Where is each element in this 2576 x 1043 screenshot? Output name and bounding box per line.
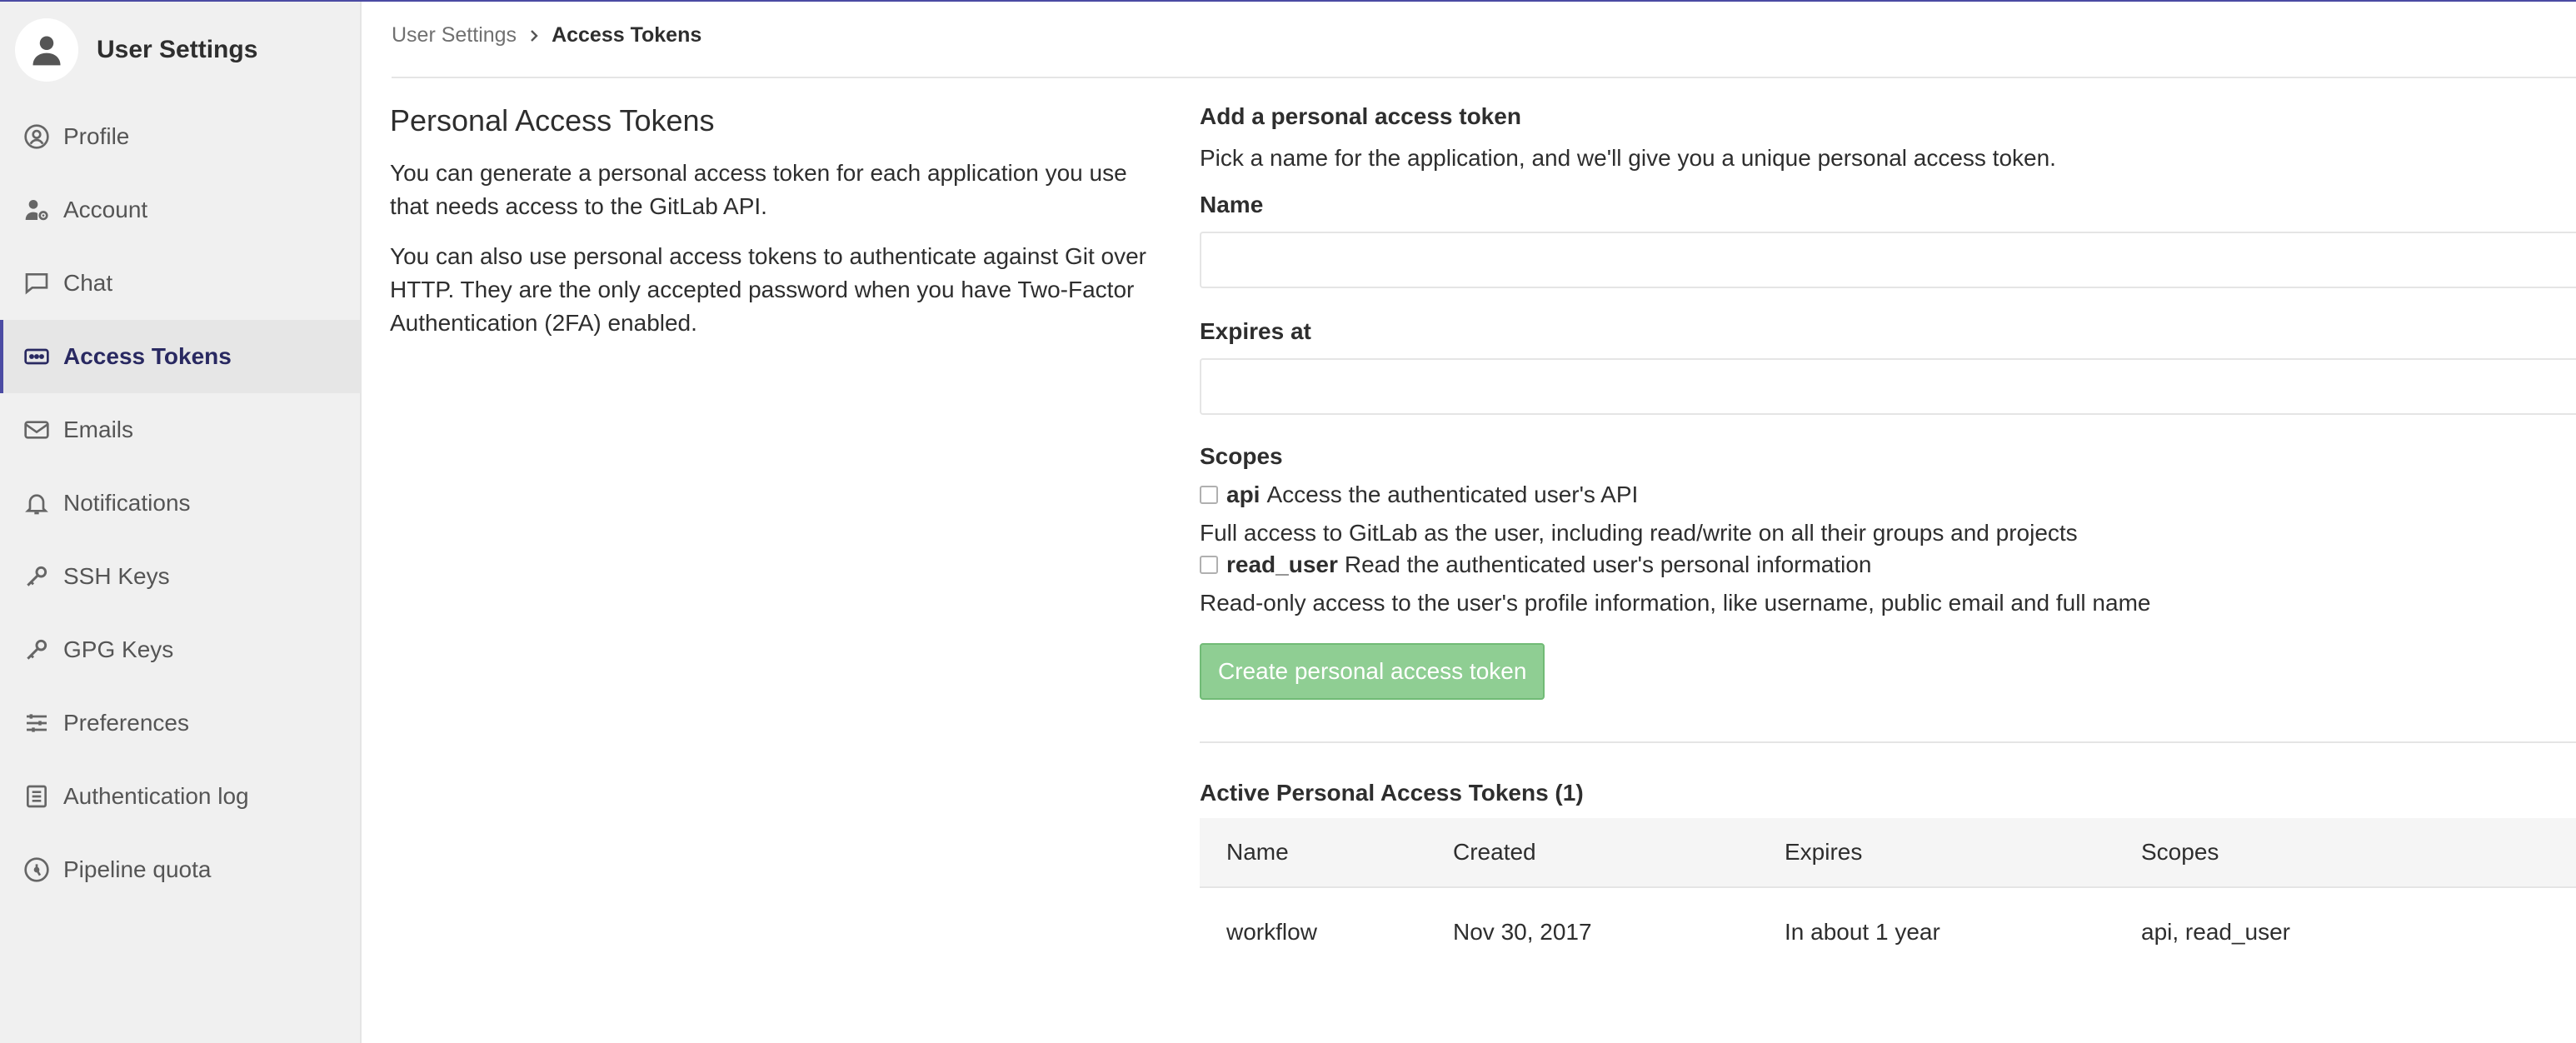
scopes-label: Scopes xyxy=(1200,443,1283,469)
sidebar-header: User Settings xyxy=(15,18,257,82)
bell-icon xyxy=(22,488,52,518)
avatar[interactable] xyxy=(15,18,78,82)
section-divider xyxy=(1200,741,2576,743)
sidebar-item-chat[interactable]: Chat xyxy=(0,247,360,320)
token-icon xyxy=(22,342,52,372)
sidebar-item-ssh-keys[interactable]: SSH Keys xyxy=(0,540,360,613)
tokens-table-header: Name Created Expires Scopes xyxy=(1200,818,2576,888)
create-token-button[interactable]: Create personal access token xyxy=(1200,643,1545,700)
form-subheading: Pick a name for the application, and we'… xyxy=(1200,145,2056,171)
sidebar-item-label: Pipeline quota xyxy=(63,856,212,882)
expires-at-input[interactable] xyxy=(1200,358,2576,415)
token-scopes-cell: api, read_user xyxy=(2141,919,2291,945)
intro-section: Personal Access Tokens You can generate … xyxy=(390,103,1156,357)
token-name-input[interactable] xyxy=(1200,232,2576,288)
scope-read-user-name[interactable]: read_user xyxy=(1226,551,1338,578)
top-accent-line xyxy=(0,0,2576,2)
sidebar-item-access-tokens[interactable]: Access Tokens xyxy=(0,320,360,393)
user-icon xyxy=(32,36,61,66)
intro-paragraph-2: You can also use personal access tokens … xyxy=(390,243,1146,336)
column-header-created: Created xyxy=(1453,839,1536,865)
sidebar-item-gpg-keys[interactable]: GPG Keys xyxy=(0,613,360,686)
column-header-scopes: Scopes xyxy=(2141,839,2219,865)
list-icon xyxy=(22,781,52,811)
intro-paragraph-1: You can generate a personal access token… xyxy=(390,160,1127,219)
sidebar-item-profile[interactable]: Profile xyxy=(0,100,360,173)
sidebar-item-label: Profile xyxy=(63,123,130,149)
column-header-name: Name xyxy=(1226,839,1289,865)
table-row: workflow Nov 30, 2017 In about 1 year ap… xyxy=(1200,888,2576,976)
form-heading: Add a personal access token xyxy=(1200,103,1521,129)
scope-api-description[interactable]: Access the authenticated user's API xyxy=(1266,482,1638,508)
profile-icon xyxy=(22,122,52,152)
account-icon xyxy=(22,195,52,225)
scope-api-help: Full access to GitLab as the user, inclu… xyxy=(1200,520,2078,546)
chevron-right-icon xyxy=(528,28,540,43)
breadcrumb-link-user-settings[interactable]: User Settings xyxy=(392,23,517,47)
sidebar: User Settings Profile Account Chat Acces… xyxy=(0,2,362,1043)
sidebar-item-emails[interactable]: Emails xyxy=(0,393,360,467)
scope-read-user-checkbox[interactable] xyxy=(1200,556,1218,574)
sidebar-item-label: SSH Keys xyxy=(63,563,170,589)
name-label: Name xyxy=(1200,192,1264,217)
scope-api-row: api Access the authenticated user's API xyxy=(1200,482,2576,508)
breadcrumb-divider xyxy=(392,77,2576,78)
key-icon xyxy=(22,561,52,591)
sidebar-item-account[interactable]: Account xyxy=(0,173,360,247)
page-title: Personal Access Tokens xyxy=(390,103,715,137)
sidebar-title: User Settings xyxy=(97,36,258,63)
column-header-expires: Expires xyxy=(1785,839,1863,865)
sidebar-item-label: Chat xyxy=(63,270,113,296)
sidebar-item-label: Authentication log xyxy=(63,783,249,809)
sidebar-item-authentication-log[interactable]: Authentication log xyxy=(0,760,360,833)
scope-read-user-help: Read-only access to the user's profile i… xyxy=(1200,590,2151,616)
sidebar-item-label: GPG Keys xyxy=(63,636,174,662)
scope-api-name[interactable]: api xyxy=(1226,482,1260,508)
token-name-cell: workflow xyxy=(1226,919,1317,945)
sidebar-item-label: Preferences xyxy=(63,710,189,736)
expires-label: Expires at xyxy=(1200,318,1311,344)
sidebar-item-preferences[interactable]: Preferences xyxy=(0,686,360,760)
sidebar-nav: Profile Account Chat Access Tokens Email… xyxy=(0,100,360,906)
sidebar-item-label: Access Tokens xyxy=(63,343,232,369)
sidebar-item-label: Notifications xyxy=(63,490,191,516)
sidebar-item-pipeline-quota[interactable]: Pipeline quota xyxy=(0,833,360,906)
sidebar-item-notifications[interactable]: Notifications xyxy=(0,467,360,540)
mail-icon xyxy=(22,415,52,445)
scope-read-user-row: read_user Read the authenticated user's … xyxy=(1200,551,2576,578)
sliders-icon xyxy=(22,708,52,738)
breadcrumb-current[interactable]: Access Tokens xyxy=(552,23,701,47)
token-expires-cell: In about 1 year xyxy=(1785,919,1940,945)
breadcrumb: User Settings Access Tokens xyxy=(392,23,701,47)
sidebar-item-label: Account xyxy=(63,197,148,222)
token-form-section: Add a personal access token Pick a name … xyxy=(1200,103,2576,976)
quota-icon xyxy=(22,855,52,885)
scope-read-user-description[interactable]: Read the authenticated user's personal i… xyxy=(1345,551,1872,578)
chat-icon xyxy=(22,268,52,298)
token-created-cell: Nov 30, 2017 xyxy=(1453,919,1592,945)
key-icon xyxy=(22,635,52,665)
scope-api-checkbox[interactable] xyxy=(1200,486,1218,504)
active-tokens-heading: Active Personal Access Tokens (1) xyxy=(1200,780,1584,806)
sidebar-item-label: Emails xyxy=(63,417,134,442)
